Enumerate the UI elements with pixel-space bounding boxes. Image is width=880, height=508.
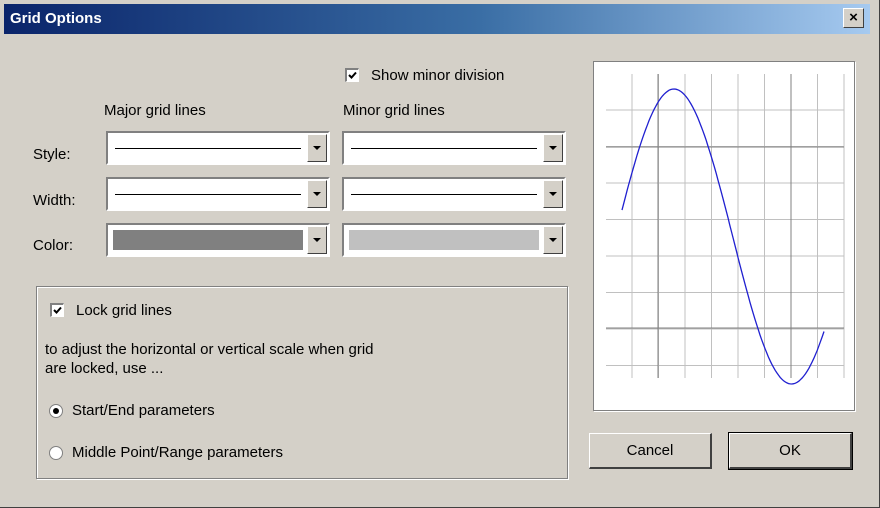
minor-width-value <box>347 182 541 206</box>
start-end-label[interactable]: Start/End parameters <box>72 402 215 419</box>
minor-color-combo[interactable] <box>342 223 566 257</box>
major-style-dropdown-button[interactable] <box>307 134 327 162</box>
chevron-down-icon <box>313 192 321 196</box>
ok-button[interactable]: OK <box>728 432 853 470</box>
chevron-down-icon <box>313 238 321 242</box>
preview-curve <box>621 88 825 385</box>
major-style-value <box>111 136 305 160</box>
width-label: Width: <box>33 192 76 209</box>
close-icon: × <box>849 9 858 26</box>
major-grid-header: Major grid lines <box>104 102 206 119</box>
chevron-down-icon <box>313 146 321 150</box>
cancel-button[interactable]: Cancel <box>589 433 712 469</box>
color-label: Color: <box>33 237 74 254</box>
minor-grid-header: Minor grid lines <box>343 102 445 119</box>
major-width-value <box>111 182 305 206</box>
chevron-down-icon <box>549 238 557 242</box>
show-minor-label[interactable]: Show minor division <box>371 67 504 84</box>
major-color-swatch <box>113 230 303 250</box>
major-style-combo[interactable] <box>106 131 330 165</box>
chevron-down-icon <box>549 146 557 150</box>
middle-range-label[interactable]: Middle Point/Range parameters <box>72 444 283 461</box>
minor-color-swatch <box>349 230 539 250</box>
checkmark-icon <box>53 306 62 314</box>
show-minor-checkbox[interactable] <box>345 68 359 82</box>
style-label: Style: <box>33 146 71 163</box>
checkmark-icon <box>348 71 357 79</box>
minor-style-dropdown-button[interactable] <box>543 134 563 162</box>
middle-range-radio[interactable] <box>49 446 63 460</box>
minor-color-dropdown-button[interactable] <box>543 226 563 254</box>
major-width-combo[interactable] <box>106 177 330 211</box>
window-title: Grid Options <box>10 10 102 27</box>
minor-color-value <box>347 228 541 252</box>
grid-preview <box>593 61 855 411</box>
lock-grid-label[interactable]: Lock grid lines <box>76 302 172 319</box>
minor-style-combo[interactable] <box>342 131 566 165</box>
lock-help-line-2: are locked, use ... <box>45 360 164 377</box>
radio-selected-dot <box>53 408 59 414</box>
minor-width-dropdown-button[interactable] <box>543 180 563 208</box>
minor-style-value <box>347 136 541 160</box>
start-end-radio[interactable] <box>49 404 63 418</box>
chevron-down-icon <box>549 192 557 196</box>
close-button[interactable]: × <box>843 8 864 28</box>
grid-options-dialog: Grid Options × Show minor division Major… <box>0 0 880 508</box>
title-bar[interactable]: Grid Options × <box>4 4 870 34</box>
minor-width-combo[interactable] <box>342 177 566 211</box>
major-color-combo[interactable] <box>106 223 330 257</box>
major-width-dropdown-button[interactable] <box>307 180 327 208</box>
lock-grid-checkbox[interactable] <box>50 303 64 317</box>
major-color-dropdown-button[interactable] <box>307 226 327 254</box>
preview-canvas <box>606 74 845 385</box>
lock-help-line-1: to adjust the horizontal or vertical sca… <box>45 341 374 358</box>
major-color-value <box>111 228 305 252</box>
